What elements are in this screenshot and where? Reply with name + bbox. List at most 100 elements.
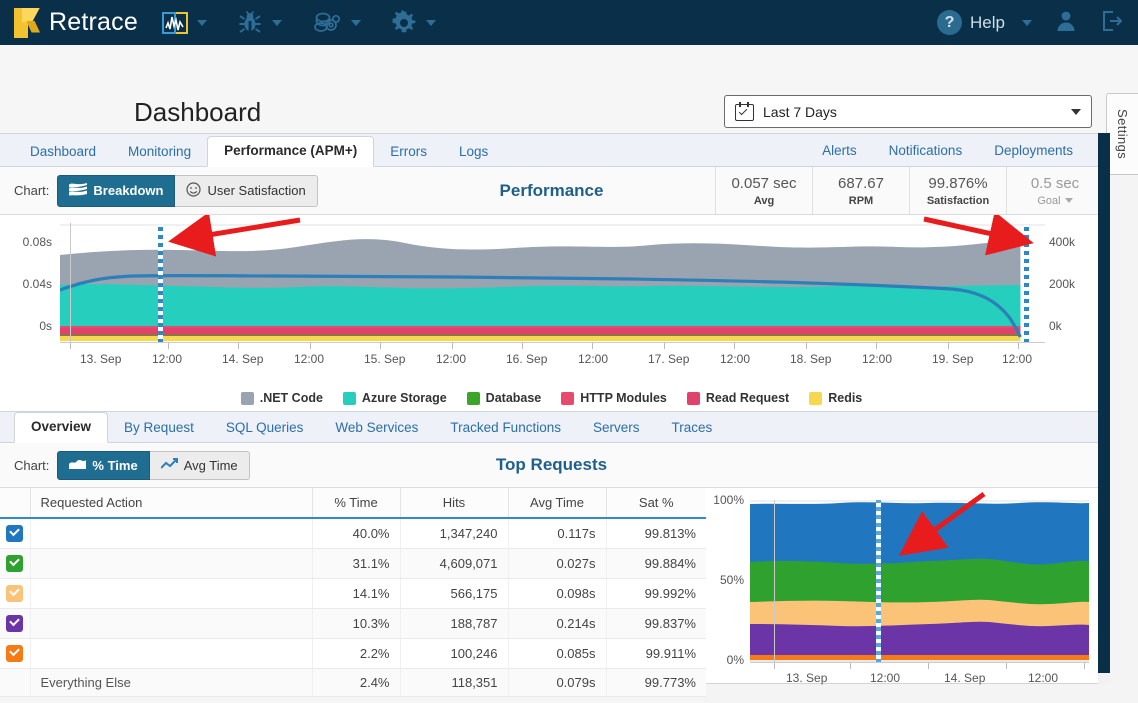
chevron-down-icon	[197, 20, 207, 26]
detail-tab-bar: Overview By Request SQL Queries Web Serv…	[0, 411, 1103, 443]
nav-logs-menu[interactable]	[312, 11, 361, 35]
pct-time-button[interactable]: % Time	[57, 451, 149, 480]
nav-settings-menu[interactable]	[391, 10, 436, 36]
tab-errors[interactable]: Errors	[374, 138, 443, 167]
header-avg-time[interactable]: Avg Time	[508, 488, 606, 518]
row-avg-time: 0.098s	[508, 579, 606, 609]
metric-satisfaction: 99.876% Satisfaction	[909, 167, 1006, 214]
top-requests-plot-area	[750, 500, 1089, 663]
settings-side-tab-label: Settings	[1115, 109, 1130, 159]
row-checkbox-cell[interactable]	[0, 549, 30, 579]
user-icon[interactable]	[1054, 9, 1078, 36]
metric-goal-value: 0.5 sec	[1031, 175, 1079, 192]
help-menu[interactable]: ? Help	[937, 10, 1032, 35]
row-checkbox[interactable]	[6, 555, 23, 572]
table-row[interactable]: 40.0% 1,347,240 0.117s 99.813%	[0, 518, 706, 549]
tab-tracked-functions[interactable]: Tracked Functions	[434, 414, 577, 443]
tab-traces[interactable]: Traces	[655, 414, 728, 443]
link-alerts[interactable]: Alerts	[806, 137, 873, 167]
row-sat: 99.837%	[606, 609, 706, 639]
tab-performance-apm[interactable]: Performance (APM+)	[207, 136, 374, 168]
chevron-down-icon	[1065, 198, 1073, 203]
y-right-tick-mid: 200k	[1049, 277, 1095, 291]
legend-swatch	[343, 392, 356, 405]
metric-goal[interactable]: 0.5 sec Goal	[1006, 167, 1103, 214]
row-checkbox-cell	[0, 669, 30, 697]
table-row[interactable]: 2.2% 100,246 0.085s 99.911%	[0, 639, 706, 669]
legend-item-azure-storage[interactable]: Azure Storage	[343, 391, 447, 405]
breakdown-button[interactable]: Breakdown	[57, 175, 175, 207]
legend-item-redis[interactable]: Redis	[809, 391, 862, 405]
row-hits: 188,787	[400, 609, 508, 639]
row-checkbox-cell[interactable]	[0, 579, 30, 609]
row-checkbox[interactable]	[6, 585, 23, 602]
tab-monitoring[interactable]: Monitoring	[112, 138, 207, 167]
scrollbar-thumb[interactable]	[1098, 133, 1110, 673]
tab-logs[interactable]: Logs	[443, 138, 504, 167]
row-pct-time: 40.0%	[312, 518, 400, 549]
row-checkbox[interactable]	[6, 525, 23, 542]
page-scrollbar[interactable]	[1098, 133, 1110, 684]
metric-rpm: 687.67 RPM	[812, 167, 909, 214]
row-checkbox[interactable]	[6, 645, 23, 662]
table-row[interactable]: 10.3% 188,787 0.214s 99.837%	[0, 609, 706, 639]
row-pct-time: 2.2%	[312, 639, 400, 669]
deployment-marker-left[interactable]	[158, 225, 163, 343]
link-deployments[interactable]: Deployments	[978, 137, 1089, 167]
x-tick-4: 15. Sep	[364, 352, 405, 366]
legend-item-database[interactable]: Database	[467, 391, 542, 405]
x-tick-11: 12:00	[862, 352, 892, 366]
header-checkbox-col	[0, 488, 30, 518]
metric-rpm-label: RPM	[849, 195, 873, 207]
tab-dashboard[interactable]: Dashboard	[14, 138, 112, 167]
breakdown-label: Breakdown	[93, 183, 163, 198]
nav-errors-menu[interactable]	[237, 11, 282, 35]
tab-web-services[interactable]: Web Services	[319, 414, 434, 443]
top-navbar: Retrace	[0, 0, 1138, 45]
nav-chart-menu[interactable]	[162, 12, 207, 34]
x-tick-9: 12:00	[720, 352, 750, 366]
date-range-picker[interactable]: Last 7 Days	[724, 95, 1092, 128]
mini-deployment-marker[interactable]	[876, 500, 881, 663]
metric-rpm-value: 687.67	[838, 175, 884, 192]
table-row[interactable]: 31.1% 4,609,071 0.027s 99.884%	[0, 549, 706, 579]
tab-overview[interactable]: Overview	[14, 412, 108, 444]
table-row[interactable]: 14.1% 566,175 0.098s 99.992%	[0, 579, 706, 609]
header-requested-action[interactable]: Requested Action	[30, 488, 312, 518]
link-notifications[interactable]: Notifications	[873, 137, 979, 167]
table-row[interactable]: Everything Else 2.4% 118,351 0.079s 99.7…	[0, 669, 706, 697]
chevron-down-icon	[351, 20, 361, 26]
tab-sql-queries[interactable]: SQL Queries	[210, 414, 320, 443]
user-satisfaction-button[interactable]: User Satisfaction	[175, 175, 317, 207]
tab-by-request[interactable]: By Request	[108, 414, 210, 443]
row-pct-time: 2.4%	[312, 669, 400, 697]
header-sat-pct[interactable]: Sat %	[606, 488, 706, 518]
legend-label: Redis	[828, 391, 862, 405]
row-avg-time: 0.117s	[508, 518, 606, 549]
header-hits[interactable]: Hits	[400, 488, 508, 518]
user-satisfaction-label: User Satisfaction	[207, 183, 305, 198]
tab-servers[interactable]: Servers	[577, 414, 656, 443]
row-checkbox[interactable]	[6, 615, 23, 632]
lower-chart-type-label: Chart:	[14, 458, 49, 473]
performance-plot-area	[60, 223, 1045, 343]
y-left-tick-mid: 0.04s	[8, 277, 52, 291]
row-checkbox-cell[interactable]	[0, 609, 30, 639]
row-checkbox-cell[interactable]	[0, 518, 30, 549]
legend-item-http-modules[interactable]: HTTP Modules	[561, 391, 667, 405]
performance-chart-legend: .NET Code Azure Storage Database HTTP Mo…	[0, 385, 1103, 411]
deployment-marker-right[interactable]	[1024, 225, 1029, 343]
logout-icon[interactable]	[1100, 9, 1124, 36]
settings-side-tab[interactable]: Settings	[1106, 93, 1138, 175]
row-pct-time: 14.1%	[312, 579, 400, 609]
legend-swatch	[467, 392, 480, 405]
header-pct-time[interactable]: % Time	[312, 488, 400, 518]
y-left-tick-min: 0s	[8, 319, 52, 333]
x-tick-12: 19. Sep	[932, 352, 973, 366]
avg-time-button[interactable]: Avg Time	[150, 451, 250, 480]
row-checkbox-cell[interactable]	[0, 639, 30, 669]
chart-type-toggle: Breakdown User Satisfaction	[57, 175, 317, 207]
area-chart-icon	[69, 458, 86, 473]
legend-item-net-code[interactable]: .NET Code	[241, 391, 323, 405]
legend-item-read-request[interactable]: Read Request	[687, 391, 789, 405]
